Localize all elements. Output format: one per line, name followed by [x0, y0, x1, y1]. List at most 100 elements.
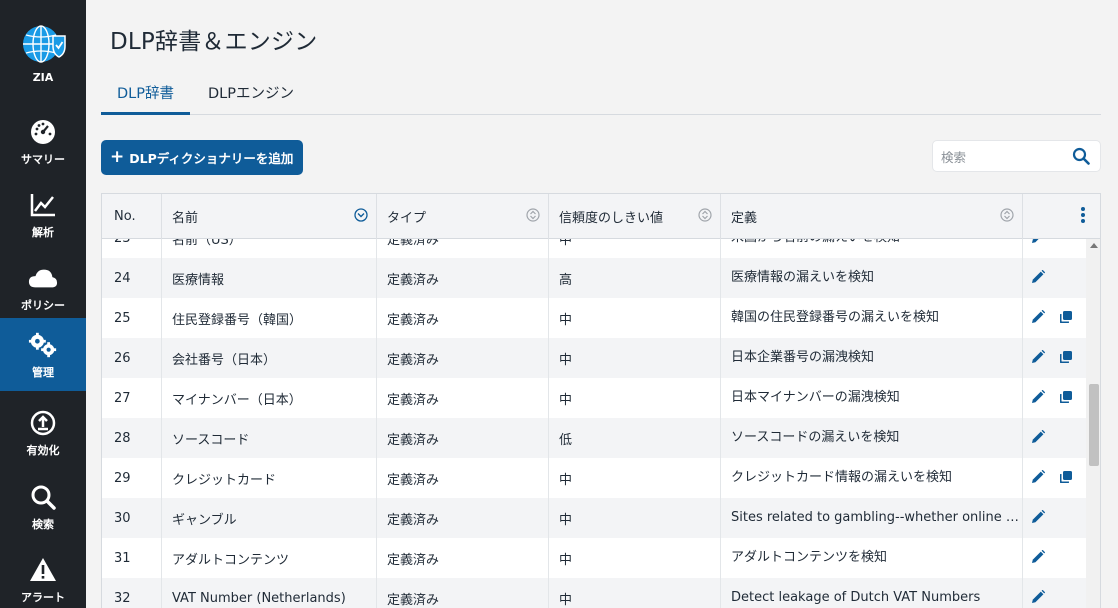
add-dlp-dictionary-button[interactable]: + DLPディクショナリーを追加 [101, 140, 303, 175]
chevron-down-circle-icon[interactable] [354, 208, 368, 226]
cell-definition: 韓国の住民登録番号の漏えいを検知 [721, 298, 1023, 338]
search-icon[interactable] [1072, 147, 1090, 169]
table-row[interactable]: 29 クレジットカード 定義済み中クレジットカード情報の漏えいを検知 [102, 458, 1086, 498]
sidebar-item-administration[interactable]: 管理 [0, 318, 86, 391]
sidebar-item-label: 管理 [32, 366, 54, 379]
cell-confidence: 中 [549, 338, 721, 378]
page-title: DLP辞書＆エンジン [110, 29, 318, 55]
sidebar-item-analytics[interactable]: 解析 [0, 178, 86, 251]
sort-icon[interactable] [1000, 208, 1014, 226]
cell-no: 23 [102, 239, 162, 258]
cell-name[interactable]: 会社番号（日本） [162, 338, 377, 378]
cell-name[interactable]: 住民登録番号（韓国） [162, 298, 377, 338]
tab-dlp-dictionaries[interactable]: DLP辞書 [101, 76, 190, 115]
edit-pencil-icon[interactable] [1031, 510, 1047, 526]
cell-no: 29 [102, 458, 162, 498]
edit-pencil-icon[interactable] [1031, 310, 1047, 326]
cell-confidence: 中 [549, 378, 721, 418]
cell-confidence: 中 [549, 239, 721, 258]
table-row[interactable]: 23名前（US）定義済み中米国から名前の漏えいを検知 [102, 239, 1086, 258]
globe-shield-icon [19, 24, 67, 68]
edit-pencil-icon[interactable] [1031, 430, 1047, 446]
cell-name[interactable]: マイナンバー（日本） [162, 378, 377, 418]
table-scrollbar[interactable] [1086, 239, 1100, 608]
cell-type: 定義済み [377, 418, 549, 458]
cell-actions [1023, 578, 1086, 608]
line-chart-icon [28, 190, 58, 220]
table-row[interactable]: 31 アダルトコンテンツ 定義済み中アダルトコンテンツを検知 [102, 538, 1086, 578]
sidebar-item-search[interactable]: 検索 [0, 470, 86, 543]
edit-pencil-icon[interactable] [1031, 470, 1047, 486]
column-options[interactable] [1023, 194, 1100, 239]
table-row[interactable]: 27 マイナンバー（日本） 定義済み中日本マイナンバーの漏洩検知 [102, 378, 1086, 418]
edit-pencil-icon[interactable] [1031, 270, 1047, 286]
column-header-type[interactable]: タイプ [377, 194, 549, 239]
copy-icon[interactable] [1059, 470, 1075, 486]
cell-confidence: 中 [549, 458, 721, 498]
cell-name[interactable]: VAT Number (Netherlands) [162, 578, 377, 608]
table-row[interactable]: 25 住民登録番号（韓国） 定義済み中韓国の住民登録番号の漏えいを検知 [102, 298, 1086, 338]
table-row[interactable]: 24 医療情報 定義済み高医療情報の漏えいを検知 [102, 258, 1086, 298]
cell-definition: Sites related to gambling--whether onlin… [721, 498, 1023, 538]
edit-pencil-icon[interactable] [1031, 390, 1047, 406]
cell-actions [1023, 298, 1086, 338]
column-header-confidence[interactable]: 信頼度のしきい値 [549, 194, 721, 239]
scrollbar-thumb[interactable] [1089, 384, 1099, 466]
cell-name[interactable]: 名前（US） [162, 239, 377, 258]
sidebar-item-alerts[interactable]: アラート [0, 543, 86, 608]
edit-pencil-icon[interactable] [1031, 350, 1047, 366]
tab-dlp-engines[interactable]: DLPエンジン [192, 76, 310, 115]
cell-actions [1023, 258, 1086, 298]
cell-no: 30 [102, 498, 162, 538]
table-row[interactable]: 26 会社番号（日本） 定義済み中日本企業番号の漏洩検知 [102, 338, 1086, 378]
cell-no: 32 [102, 578, 162, 608]
table-row[interactable]: 32 VAT Number (Netherlands) 定義済み中 Detect le… [102, 578, 1086, 608]
search-box [932, 140, 1101, 172]
more-vertical-icon[interactable] [1080, 206, 1086, 228]
cell-type: 定義済み [377, 239, 549, 258]
cell-no: 31 [102, 538, 162, 578]
column-header-label: 信頼度のしきい値 [559, 211, 664, 226]
cell-actions [1023, 239, 1086, 258]
cell-name[interactable]: 医療情報 [162, 258, 377, 298]
sidebar-item-activation[interactable]: 有効化 [0, 396, 86, 469]
sidebar-item-label: 検索 [32, 518, 54, 531]
column-header-label: No. [114, 209, 136, 224]
cell-no: 28 [102, 418, 162, 458]
table-rows: 23名前（US）定義済み中米国から名前の漏えいを検知24医療情報定義済み高医療情… [102, 239, 1086, 608]
cell-type: 定義済み [377, 458, 549, 498]
column-header-definition[interactable]: 定義 [721, 194, 1023, 239]
cell-type: 定義済み [377, 578, 549, 608]
copy-icon[interactable] [1059, 350, 1075, 366]
cell-name[interactable]: クレジットカード [162, 458, 377, 498]
cell-definition: アダルトコンテンツを検知 [721, 538, 1023, 578]
edit-pencil-icon[interactable] [1031, 590, 1047, 606]
copy-icon[interactable] [1059, 390, 1075, 406]
zia-logo[interactable]: ZIA [0, 0, 86, 90]
cell-name[interactable]: アダルトコンテンツ [162, 538, 377, 578]
sidebar-item-summary[interactable]: サマリー [0, 105, 86, 178]
cell-name[interactable]: ギャンブル [162, 498, 377, 538]
cell-no: 26 [102, 338, 162, 378]
column-header-name[interactable]: 名前 [162, 194, 377, 239]
copy-icon[interactable] [1059, 310, 1075, 326]
tab-bar: DLP辞書 DLPエンジン [101, 76, 1101, 115]
search-input[interactable] [941, 147, 1066, 167]
cell-actions [1023, 338, 1086, 378]
sidebar-item-policy[interactable]: ポリシー [0, 251, 86, 324]
table-row[interactable]: 28 ソースコード 定義済み低ソースコードの漏えいを検知 [102, 418, 1086, 458]
cell-name[interactable]: ソースコード [162, 418, 377, 458]
table-row[interactable]: 30 ギャンブル 定義済み中 Sites related to gambling--w… [102, 498, 1086, 538]
cell-confidence: 低 [549, 418, 721, 458]
cell-definition: 日本企業番号の漏洩検知 [721, 338, 1023, 378]
sort-icon[interactable] [526, 208, 540, 226]
scroll-up-arrow-icon[interactable] [1090, 243, 1098, 248]
edit-pencil-icon[interactable] [1031, 239, 1047, 246]
sidebar-item-label: 有効化 [26, 444, 60, 457]
edit-pencil-icon[interactable] [1031, 550, 1047, 566]
cell-type: 定義済み [377, 338, 549, 378]
sort-icon[interactable] [698, 208, 712, 226]
cell-confidence: 中 [549, 538, 721, 578]
cell-definition: クレジットカード情報の漏えいを検知 [721, 458, 1023, 498]
cell-actions [1023, 498, 1086, 538]
